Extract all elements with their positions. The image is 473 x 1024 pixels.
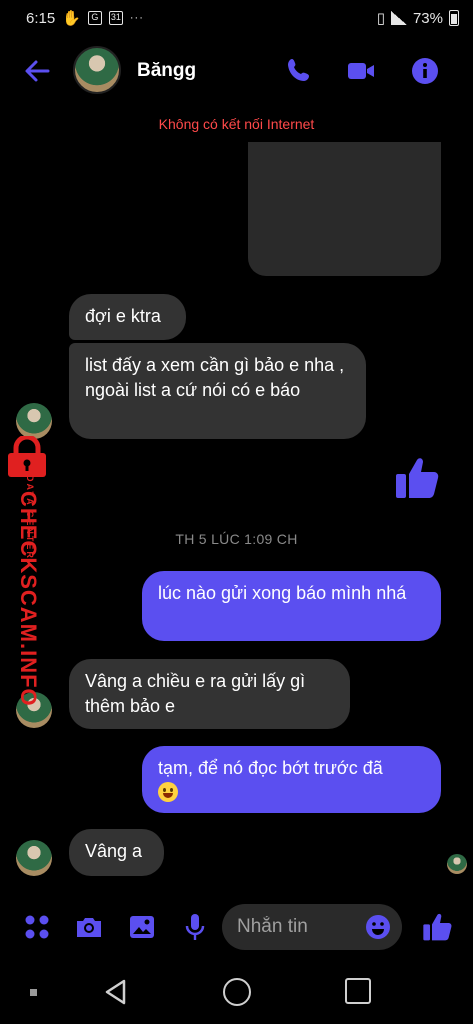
camera-icon[interactable] bbox=[74, 912, 104, 942]
status-bar: 6:15 ✋ G 31 ··· ▯ 73% bbox=[0, 0, 473, 36]
message-incoming[interactable]: đợi e ktra bbox=[69, 294, 186, 340]
message-text: tạm, để nó đọc bớt trước đã bbox=[158, 758, 383, 778]
grinning-emoji-icon bbox=[158, 782, 178, 802]
signal-icon bbox=[390, 11, 407, 25]
hand-icon: ✋ bbox=[62, 10, 81, 27]
vibrate-icon: ▯ bbox=[376, 10, 385, 27]
nav-home-button[interactable] bbox=[223, 978, 251, 1006]
battery-percent: 73% bbox=[412, 9, 443, 27]
watermark: DATA CENTER CHECKSCAM.INFO bbox=[2, 436, 54, 707]
system-nav-bar bbox=[0, 960, 473, 1024]
status-right: ▯ 73% bbox=[377, 9, 459, 27]
nav-back-icon[interactable] bbox=[102, 978, 130, 1006]
lock-icon bbox=[8, 436, 46, 477]
message-incoming[interactable]: list đấy a xem cần gì bảo e nha , ngoài … bbox=[69, 343, 366, 439]
chat-header: Băngg bbox=[0, 36, 473, 108]
contact-avatar[interactable] bbox=[73, 46, 121, 94]
thumbs-up-icon[interactable] bbox=[394, 454, 442, 502]
composer bbox=[0, 898, 473, 958]
battery-icon bbox=[449, 10, 459, 26]
status-left: 6:15 ✋ G 31 ··· bbox=[26, 9, 144, 28]
offline-banner: Không có kết nối Internet bbox=[158, 116, 315, 132]
message-outgoing[interactable]: lúc nào gửi xong báo mình nhá bbox=[142, 571, 441, 641]
google-icon: G bbox=[87, 11, 102, 25]
calendar-icon: 31 bbox=[108, 11, 123, 25]
status-time: 6:15 bbox=[26, 9, 56, 27]
microphone-icon[interactable] bbox=[180, 912, 210, 942]
back-arrow-icon[interactable] bbox=[22, 56, 52, 86]
seen-indicator-avatar bbox=[447, 854, 467, 874]
phone-icon[interactable] bbox=[285, 56, 315, 86]
grid-dots-icon[interactable] bbox=[22, 912, 52, 942]
message-incoming[interactable]: Vâng a bbox=[69, 829, 164, 876]
message-outgoing[interactable]: tạm, để nó đọc bớt trước đã bbox=[142, 746, 441, 813]
info-icon[interactable] bbox=[410, 56, 440, 86]
contact-avatar-small[interactable] bbox=[16, 403, 52, 439]
thumbs-up-icon[interactable] bbox=[422, 911, 454, 943]
emoji-icon[interactable] bbox=[365, 914, 391, 940]
message-incoming[interactable]: Vâng a chiều e ra gửi lấy gì thêm bảo e bbox=[69, 659, 350, 729]
timestamp: TH 5 LÚC 1:09 CH bbox=[175, 531, 298, 547]
contact-name[interactable]: Băngg bbox=[137, 60, 196, 82]
more-notifications-icon: ··· bbox=[129, 12, 144, 24]
nav-menu-button[interactable] bbox=[30, 989, 37, 996]
contact-avatar-small[interactable] bbox=[16, 840, 52, 876]
nav-recents-button[interactable] bbox=[345, 978, 371, 1004]
watermark-title: CHECKSCAM.INFO bbox=[16, 491, 41, 707]
image-icon[interactable] bbox=[127, 912, 157, 942]
shared-media[interactable] bbox=[248, 142, 441, 276]
video-camera-icon[interactable] bbox=[346, 56, 376, 86]
